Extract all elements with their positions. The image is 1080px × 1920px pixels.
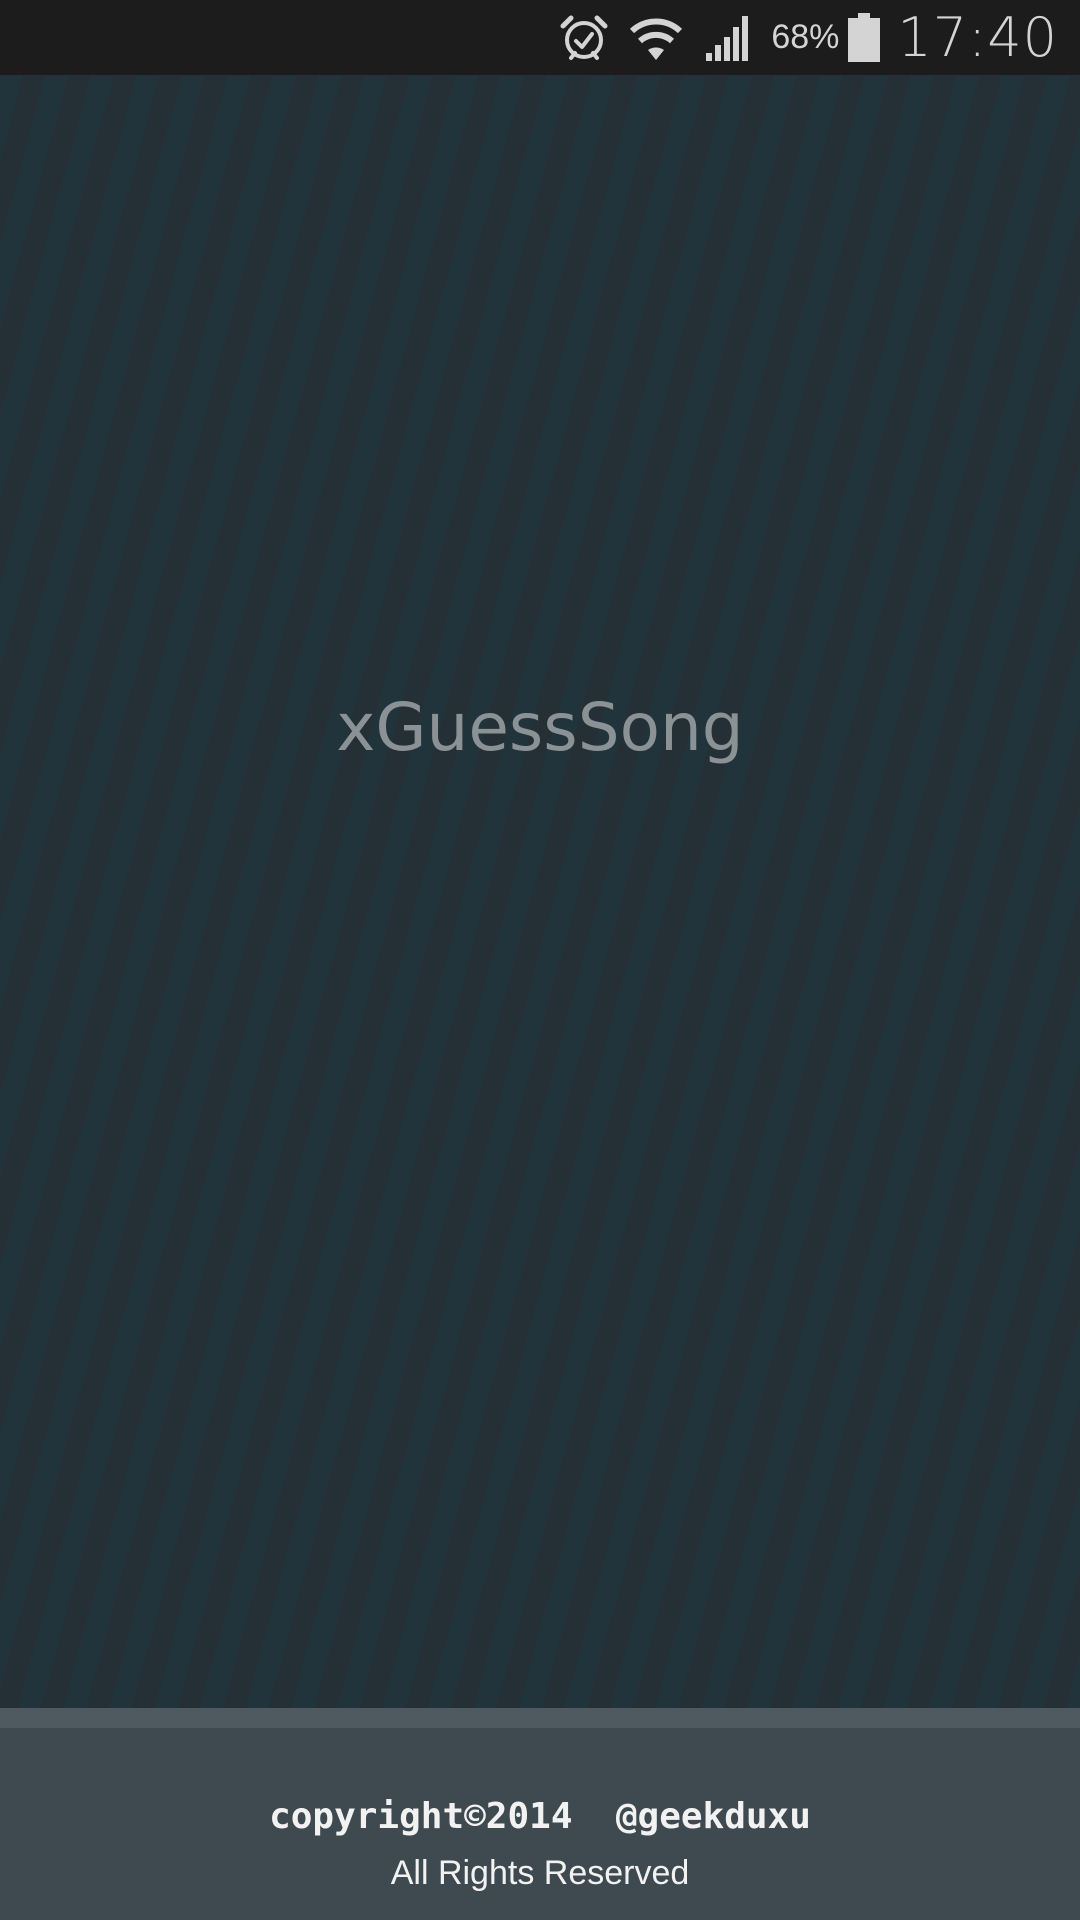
battery-percent: 68% — [771, 18, 840, 56]
footer-divider — [0, 1708, 1080, 1728]
screen: 68% 17:40 xGuessSong copyright©2014 @gee… — [0, 0, 1080, 1920]
rights-text: All Rights Reserved — [390, 1854, 690, 1892]
clock: 17:40 — [897, 6, 1058, 69]
splash-background: xGuessSong — [0, 75, 1080, 1708]
battery-icon — [847, 12, 881, 63]
copyright-text: copyright©2014 @geekduxu — [269, 1796, 811, 1837]
app-title: xGuessSong — [336, 689, 744, 766]
footer: copyright©2014 @geekduxu All Rights Rese… — [0, 1728, 1080, 1920]
cellular-signal-icon — [703, 13, 753, 63]
status-bar: 68% 17:40 — [0, 0, 1080, 75]
wifi-icon — [627, 13, 685, 63]
alarm-clock-icon — [559, 13, 609, 63]
